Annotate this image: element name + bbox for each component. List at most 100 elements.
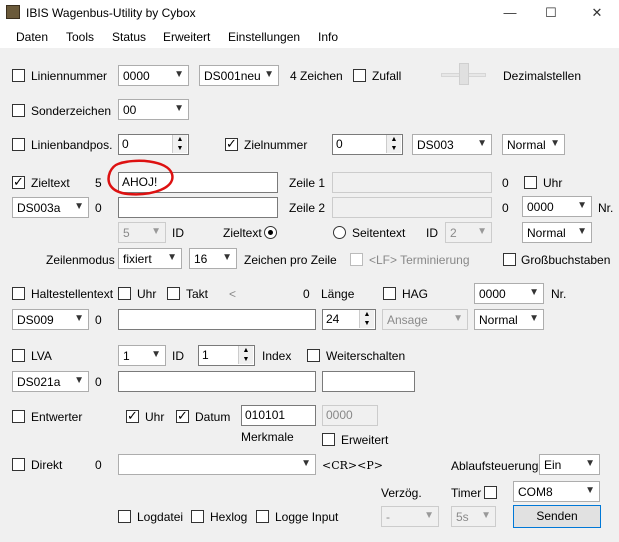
zieltext-mode-value: Normal [527, 226, 566, 240]
linienbandpos-stepper[interactable]: 0 ▲ ▼ [118, 134, 189, 155]
chevron-down-icon: ▼ [222, 252, 232, 263]
stepper-down-icon[interactable]: ▼ [386, 144, 401, 153]
takt-checkbox[interactable] [167, 287, 180, 300]
linienbandpos-checkbox[interactable] [12, 138, 25, 151]
zeichen-pro-zeile-select[interactable]: 16 ▼ [189, 248, 237, 269]
haltestellentext-checkbox[interactable] [12, 287, 25, 300]
chevron-down-icon: ▼ [167, 252, 177, 263]
ansage-value: Ansage [387, 313, 428, 327]
entwerter-checkbox[interactable] [12, 410, 25, 423]
liniennummer-checkbox[interactable] [12, 69, 25, 82]
timer-checkbox[interactable] [484, 486, 497, 499]
liniennummer-ds-select[interactable]: DS001neu ▼ [199, 65, 279, 86]
zeilenmodus-value: fixiert [123, 252, 152, 266]
lva-index-stepper[interactable]: 1 ▲ ▼ [198, 345, 255, 366]
hag-checkbox[interactable] [383, 287, 396, 300]
radio-zieltext[interactable] [264, 226, 277, 239]
menu-status[interactable]: Status [112, 30, 146, 44]
com-port-value: COM8 [518, 485, 553, 499]
zieltext-ds-select[interactable]: DS003a ▼ [12, 197, 89, 218]
entwerter-erweitert-checkbox[interactable] [322, 433, 335, 446]
merkmale-input[interactable]: 010101 [241, 405, 316, 426]
hag-label: HAG [402, 287, 429, 301]
lva-ds-select[interactable]: DS021a ▼ [12, 371, 89, 392]
zufall-checkbox[interactable] [353, 69, 366, 82]
zieltext-line2-input[interactable] [118, 197, 278, 218]
stepper-up-icon[interactable]: ▲ [386, 135, 401, 144]
takt-prev-arrow[interactable]: < [229, 287, 236, 301]
lva-input[interactable] [118, 371, 316, 392]
haltestellentext-input[interactable] [118, 309, 316, 330]
close-button[interactable]: ✕ [575, 2, 619, 24]
window-title: IBIS Wagenbus-Utility by Cybox [26, 6, 196, 20]
sonderzeichen-label: Sonderzeichen [31, 104, 112, 118]
sonderzeichen-select[interactable]: 00 ▼ [118, 99, 189, 120]
menu-einstellungen[interactable]: Einstellungen [228, 30, 300, 44]
stepper-up-icon[interactable]: ▲ [238, 346, 253, 355]
radio-seitentext[interactable] [333, 226, 346, 239]
weiterschalten-checkbox[interactable] [307, 349, 320, 362]
logge-input-checkbox[interactable] [256, 510, 269, 523]
halte-uhr-checkbox[interactable] [118, 287, 131, 300]
menu-daten[interactable]: Daten [16, 30, 48, 44]
zieltext-uhr-checkbox[interactable] [524, 176, 537, 189]
zieltext-count: 5 [95, 176, 102, 190]
timer-value: 5s [456, 510, 469, 524]
halte-nr-select[interactable]: 0000 ▼ [474, 283, 544, 304]
entwerter-uhr-checkbox[interactable] [126, 408, 139, 424]
zeile2-nr-select[interactable]: 0000 ▼ [522, 196, 592, 217]
logdatei-checkbox[interactable] [118, 510, 131, 523]
minimize-button[interactable]: — [488, 2, 532, 24]
datum-checkbox[interactable] [176, 408, 189, 424]
halte-nr-label: Nr. [551, 287, 567, 301]
hexlog-checkbox[interactable] [191, 510, 204, 523]
direkt-select[interactable]: ▼ [118, 454, 316, 475]
zieltext-mode-select[interactable]: Normal ▼ [522, 222, 592, 243]
stepper-down-icon[interactable]: ▼ [238, 355, 253, 364]
zeile1-input [332, 172, 492, 193]
chevron-down-icon: ▼ [74, 313, 84, 324]
stepper-down-icon[interactable]: ▼ [172, 144, 187, 153]
direkt-checkbox[interactable] [12, 458, 25, 471]
zeile2-input [332, 197, 492, 218]
verzoegerung-label: Verzög. [381, 486, 422, 500]
dezimalstellen-slider-thumb[interactable] [459, 63, 469, 85]
stepper-down-icon[interactable]: ▼ [359, 319, 374, 328]
grossbuchstaben-checkbox[interactable] [503, 253, 516, 266]
halte-mode-select[interactable]: Normal ▼ [474, 309, 544, 330]
sonderzeichen-checkbox[interactable] [12, 104, 25, 117]
logge-input-label: Logge Input [275, 510, 339, 524]
halte-ds-select[interactable]: DS009 ▼ [12, 309, 89, 330]
zeile2-label: Zeile 2 [289, 201, 326, 215]
lva-select[interactable]: 1 ▼ [118, 345, 166, 366]
zeile2-nr-value: 0000 [527, 200, 554, 214]
zielnummer-value: 0 [336, 137, 343, 151]
zeilenmodus-select[interactable]: fixiert ▼ [118, 248, 182, 269]
seitentext-id-select: 2 ▼ [445, 222, 492, 243]
chevron-down-icon: ▼ [74, 201, 84, 212]
lva-checkbox[interactable] [12, 349, 25, 362]
ablaufsteuerung-value: Ein [544, 458, 562, 472]
zieltext-id-label: ID [172, 226, 184, 240]
com-port-select[interactable]: COM8 ▼ [513, 481, 600, 502]
zielnummer-stepper[interactable]: 0 ▲ ▼ [332, 134, 403, 155]
chevron-down-icon: ▼ [74, 375, 84, 386]
senden-button[interactable]: Senden [513, 505, 601, 528]
stepper-up-icon[interactable]: ▲ [172, 135, 187, 144]
stepper-up-icon[interactable]: ▲ [359, 310, 374, 319]
zielnummer-ds-select[interactable]: DS003 ▼ [412, 134, 492, 155]
halte-nr-value: 0000 [479, 287, 506, 301]
ablaufsteuerung-select[interactable]: Ein ▼ [539, 454, 600, 475]
zieltext-checkbox[interactable] [12, 174, 25, 190]
app-icon [6, 5, 20, 19]
chevron-down-icon: ▼ [577, 200, 587, 211]
zielnummer-mode-select[interactable]: Normal ▼ [502, 134, 565, 155]
lva-input-2[interactable] [322, 371, 415, 392]
menu-info[interactable]: Info [318, 30, 338, 44]
zielnummer-checkbox[interactable] [225, 136, 238, 152]
menu-erweitert[interactable]: Erweitert [163, 30, 210, 44]
maximize-button[interactable]: ☐ [529, 2, 573, 24]
laenge-stepper[interactable]: 24 ▲ ▼ [322, 309, 376, 330]
menu-tools[interactable]: Tools [66, 30, 94, 44]
liniennummer-select[interactable]: 0000 ▼ [118, 65, 189, 86]
